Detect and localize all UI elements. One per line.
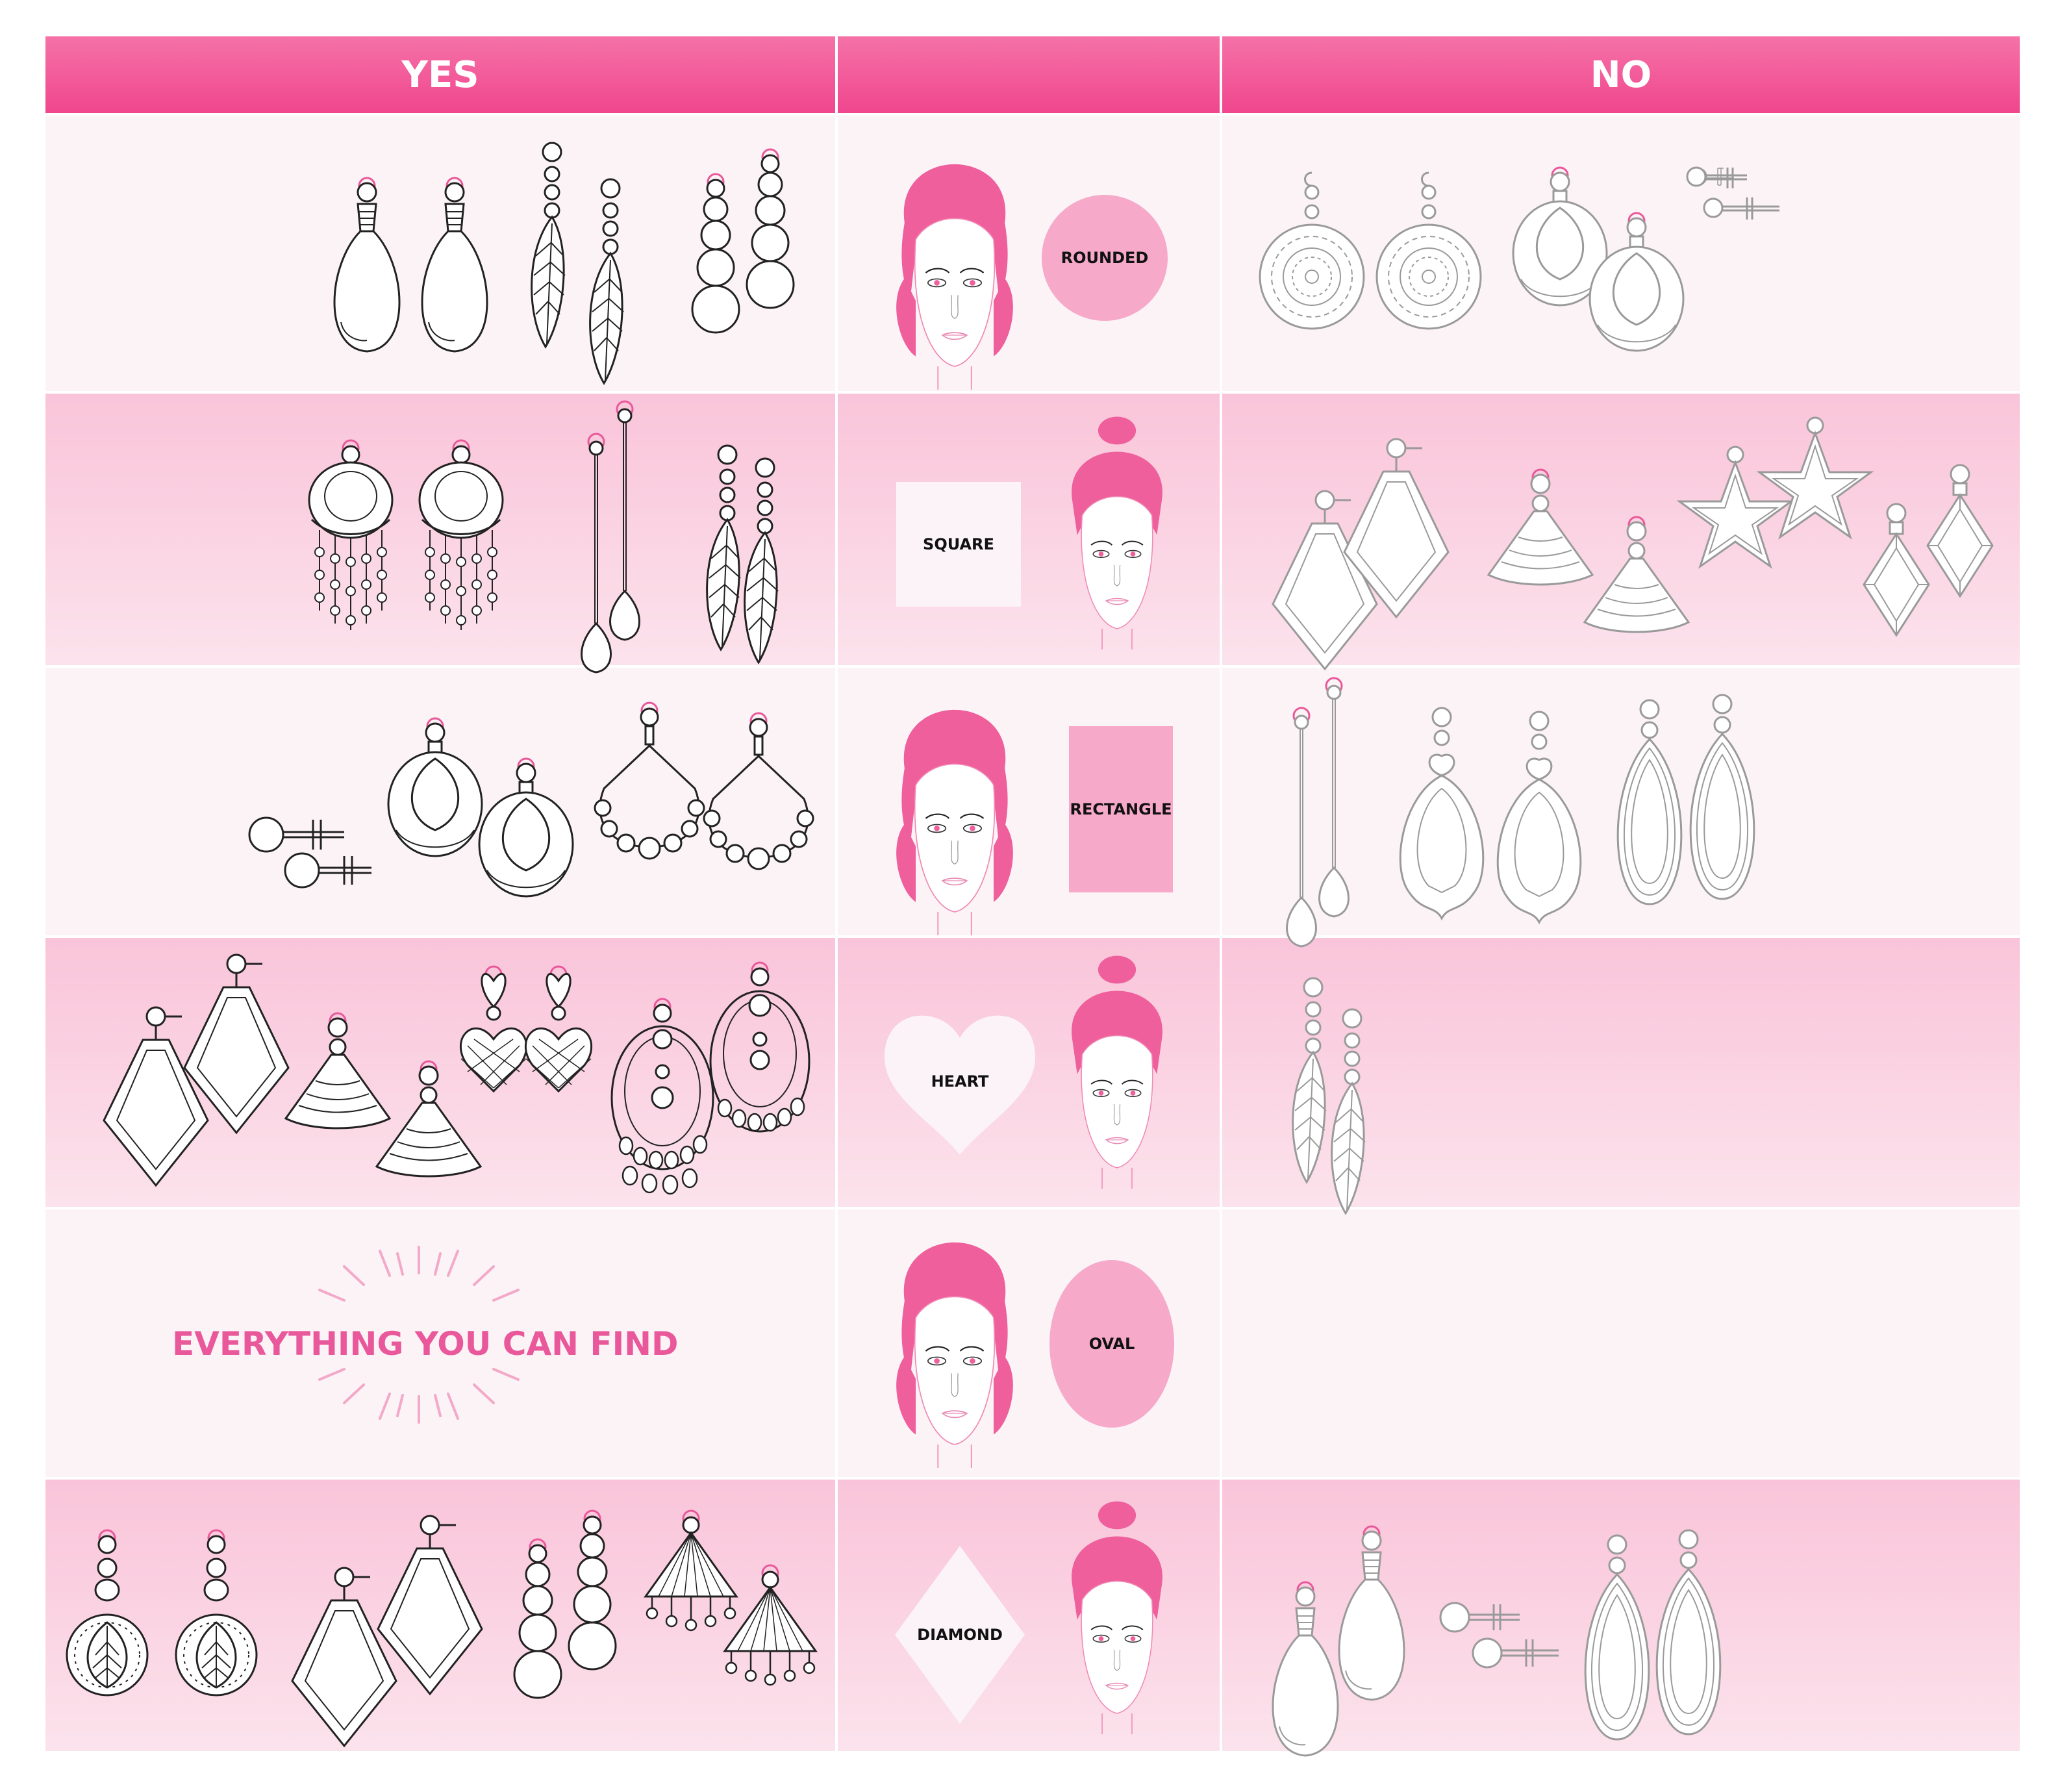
column-header-no: NO — [1222, 36, 2020, 113]
face-illustration — [896, 709, 1014, 935]
shape-label-square: SQUARE — [923, 535, 994, 553]
face-illustration — [896, 1241, 1014, 1468]
row-divider — [45, 391, 2020, 394]
row-divider — [45, 1207, 2020, 1209]
row-rounded — [45, 114, 2020, 392]
column-header-yes: YES — [45, 36, 835, 113]
shape-label-heart: HEART — [931, 1072, 989, 1091]
row-diamond — [45, 1478, 2020, 1751]
shape-label-diamond: DIAMOND — [917, 1626, 1003, 1644]
face-illustration — [896, 163, 1014, 390]
column-divider — [1220, 36, 1222, 1751]
row-divider — [45, 1477, 2020, 1480]
row-rectangle — [45, 666, 2020, 937]
no-label: NO — [1590, 53, 1652, 96]
shape-label-oval: OVAL — [1088, 1335, 1135, 1353]
column-divider — [835, 36, 838, 1751]
row-divider — [45, 113, 2020, 116]
face-illustration — [1071, 416, 1163, 650]
row-divider — [45, 665, 2020, 668]
column-header-middle — [838, 36, 1220, 113]
yes-label: YES — [401, 53, 479, 96]
shape-label-rectangle: RECTANGLE — [1070, 800, 1172, 818]
shape-label-rounded: ROUNDED — [1061, 249, 1149, 267]
face-illustration — [1071, 1500, 1163, 1734]
row-divider — [45, 935, 2020, 938]
slogan-text: EVERYTHING YOU CAN FIND — [172, 1325, 679, 1363]
face-illustration — [1071, 955, 1163, 1189]
row-square — [45, 392, 2020, 666]
